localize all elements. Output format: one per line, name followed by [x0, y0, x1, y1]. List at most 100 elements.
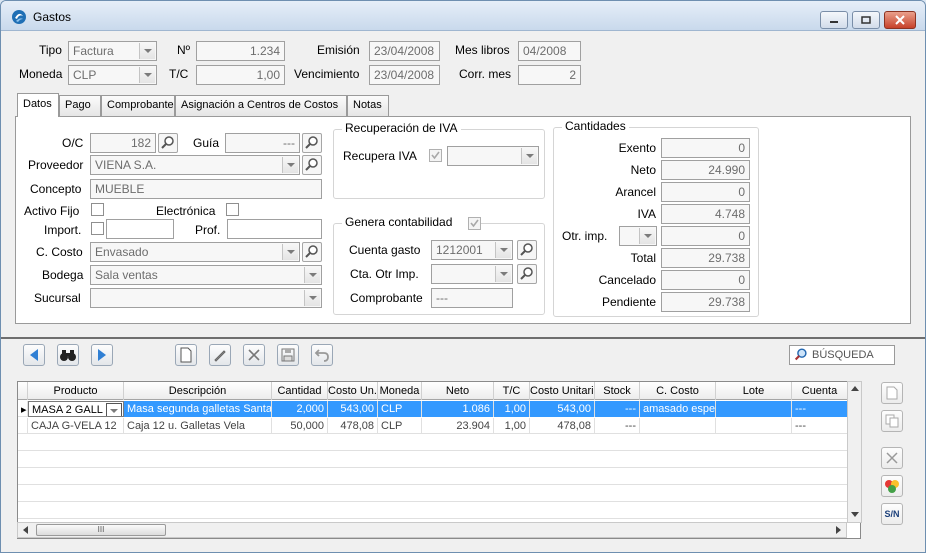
recupera-iva-select[interactable] — [447, 146, 539, 166]
chevron-down-icon[interactable] — [139, 67, 155, 83]
stock-cell[interactable]: --- — [595, 401, 640, 417]
descripcion-cell[interactable]: Masa segunda galletas Santa — [124, 401, 272, 417]
cuenta-cell[interactable]: --- — [792, 401, 848, 417]
col-cuenta[interactable]: Cuenta — [792, 382, 848, 400]
guia-field[interactable]: --- — [225, 133, 300, 153]
edit-button[interactable] — [209, 344, 231, 366]
tab-comprobante[interactable]: Comprobante — [101, 95, 175, 117]
c-costo-cell[interactable] — [640, 418, 716, 434]
exento-field[interactable]: 0 — [661, 138, 750, 158]
concepto-field[interactable]: MUEBLE — [90, 179, 322, 199]
numero-field[interactable]: 1.234 — [196, 41, 285, 61]
col-c-costo[interactable]: C. Costo — [640, 382, 716, 400]
lote-cell[interactable] — [716, 418, 792, 434]
next-button[interactable] — [91, 344, 113, 366]
tc-cell[interactable]: 1,00 — [494, 418, 530, 434]
c-costo-select[interactable]: Envasado — [90, 242, 300, 262]
cantidad-cell[interactable]: 50,000 — [272, 418, 328, 434]
new-document-button[interactable] — [175, 344, 197, 366]
costo-un-cell[interactable]: 543,00 — [328, 401, 378, 417]
chevron-down-icon[interactable] — [521, 148, 537, 164]
emision-field[interactable]: 23/04/2008 — [369, 41, 440, 61]
neto-cell[interactable]: 23.904 — [422, 418, 494, 434]
chevron-down-icon[interactable] — [139, 43, 155, 59]
save-button[interactable] — [277, 344, 299, 366]
close-button[interactable] — [884, 11, 916, 29]
cancelado-field[interactable]: 0 — [661, 270, 750, 290]
table-row[interactable]: ▸ MASA 2 GALL Masa segunda galletas Sant… — [18, 401, 848, 417]
col-moneda[interactable]: Moneda — [378, 382, 422, 400]
col-neto[interactable]: Neto — [422, 382, 494, 400]
delete-button[interactable] — [243, 344, 265, 366]
stock-cell[interactable]: --- — [595, 418, 640, 434]
col-stock[interactable]: Stock — [595, 382, 640, 400]
tc-cell[interactable]: 1,00 — [494, 401, 530, 417]
oc-search-button[interactable] — [158, 133, 178, 153]
cta-otr-search-button[interactable] — [517, 264, 537, 284]
c-costo-cell[interactable]: amasado espe — [640, 401, 716, 417]
chevron-down-icon[interactable] — [495, 242, 511, 258]
col-tc[interactable]: T/C — [494, 382, 530, 400]
delete-row-button[interactable] — [881, 447, 903, 469]
recupera-iva-checkbox[interactable] — [429, 149, 442, 162]
cta-otr-select[interactable] — [431, 264, 513, 284]
neto-field[interactable]: 24.990 — [661, 160, 750, 180]
tab-pago[interactable]: Pago — [59, 95, 101, 117]
costo-unitario-cell[interactable]: 543,00 — [530, 401, 595, 417]
grid-vertical-scrollbar[interactable] — [847, 381, 862, 523]
cuenta-gasto-select[interactable]: 1212001 — [431, 240, 513, 260]
scroll-right-icon[interactable] — [836, 526, 842, 534]
electronica-checkbox[interactable] — [226, 203, 239, 216]
col-descripcion[interactable]: Descripción — [124, 382, 272, 400]
table-row-empty[interactable] — [18, 452, 848, 468]
c-costo-search-button[interactable] — [302, 242, 322, 262]
arancel-field[interactable]: 0 — [661, 182, 750, 202]
producto-cell[interactable]: CAJA G-VELA 12 — [28, 418, 124, 434]
prof-field[interactable] — [227, 219, 322, 239]
cuenta-cell[interactable]: --- — [792, 418, 848, 434]
undo-button[interactable] — [311, 344, 333, 366]
horizontal-scroll-thumb[interactable]: III — [36, 524, 166, 536]
col-producto[interactable]: Producto — [28, 382, 124, 400]
import-checkbox[interactable] — [91, 222, 104, 235]
neto-cell[interactable]: 1.086 — [422, 401, 494, 417]
chevron-down-icon[interactable] — [304, 267, 320, 283]
add-row-button[interactable] — [881, 382, 903, 404]
tab-notas[interactable]: Notas — [347, 95, 389, 117]
otr-imp-field[interactable]: 0 — [661, 226, 750, 246]
producto-cell-editor[interactable]: MASA 2 GALL — [28, 401, 124, 417]
otr-imp-select[interactable] — [619, 226, 657, 246]
activo-fijo-checkbox[interactable] — [91, 203, 104, 216]
table-row-empty[interactable] — [18, 435, 848, 451]
cantidad-cell[interactable]: 2,000 — [272, 401, 328, 417]
guia-search-button[interactable] — [302, 133, 322, 153]
table-row-empty[interactable] — [18, 503, 848, 519]
chevron-down-icon[interactable] — [282, 244, 298, 260]
tipo-select[interactable]: Factura — [68, 41, 157, 61]
busqueda-button[interactable]: BÚSQUEDA — [789, 345, 895, 365]
find-button[interactable] — [57, 344, 79, 366]
col-costo-un[interactable]: Costo Un. — [328, 382, 378, 400]
scroll-left-icon[interactable] — [22, 526, 28, 534]
sn-button[interactable]: S/N — [881, 503, 903, 525]
descripcion-cell[interactable]: Caja 12 u. Galletas Vela — [124, 418, 272, 434]
previous-button[interactable] — [23, 344, 45, 366]
chevron-down-icon[interactable] — [639, 228, 655, 244]
chevron-down-icon[interactable] — [106, 403, 122, 416]
moneda-cell[interactable]: CLP — [378, 418, 422, 434]
mes-libros-field[interactable]: 04/2008 — [518, 41, 581, 61]
chevron-down-icon[interactable] — [304, 290, 320, 306]
proveedor-search-button[interactable] — [302, 155, 322, 175]
table-row[interactable]: CAJA G-VELA 12 Caja 12 u. Galletas Vela … — [18, 418, 848, 434]
costo-unitario-cell[interactable]: 478,08 — [530, 418, 595, 434]
iva-field[interactable]: 4.748 — [661, 204, 750, 224]
chevron-down-icon[interactable] — [282, 157, 298, 173]
moneda-cell[interactable]: CLP — [378, 401, 422, 417]
import-field[interactable] — [106, 219, 174, 239]
genera-contabilidad-checkbox[interactable] — [468, 217, 481, 230]
scroll-down-icon[interactable] — [851, 512, 859, 518]
moneda-select[interactable]: CLP — [68, 65, 157, 85]
copy-row-button[interactable] — [881, 410, 903, 432]
proveedor-select[interactable]: VIENA S.A. — [90, 155, 300, 175]
chevron-down-icon[interactable] — [495, 266, 511, 282]
